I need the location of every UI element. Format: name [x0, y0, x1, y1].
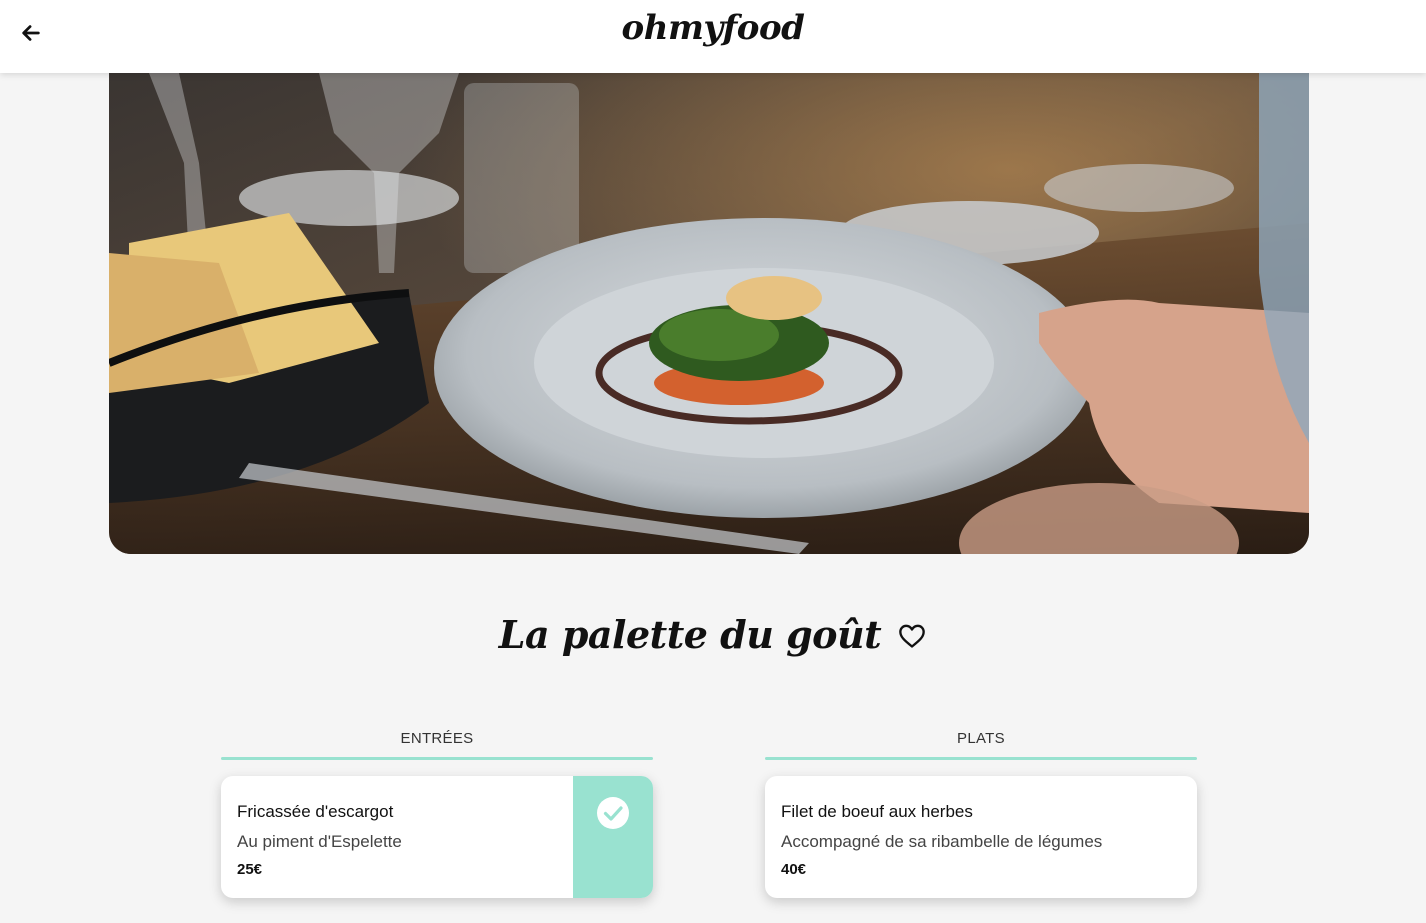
restaurant-title-row: La palette du goût: [0, 612, 1426, 657]
dish-name: Fricassée d'escargot: [237, 802, 394, 821]
dish-price: 25€: [237, 861, 263, 878]
dish-description: Au piment d'Espelette: [237, 832, 402, 851]
app-logo[interactable]: ohmyfood: [0, 8, 1426, 48]
dish-description: Accompagné de sa ribambelle de légumes: [781, 832, 1103, 851]
dish-card[interactable]: Filet de boeuf aux herbes Accompagné de …: [765, 776, 1197, 898]
dish-info: Fricassée d'escargot Au piment d'Espelet…: [237, 802, 402, 878]
restaurant-name: La palette du goût: [498, 612, 882, 657]
top-header: ohmyfood: [0, 0, 1426, 73]
menu-section-plats: PLATS Filet de boeuf aux herbes Accompag…: [765, 730, 1197, 898]
menu-section-entrees: ENTRÉES Fricassée d'escargot Au piment d…: [221, 730, 653, 898]
section-title: ENTRÉES: [400, 730, 474, 747]
hero-image: [109, 73, 1309, 554]
section-title: PLATS: [957, 730, 1005, 747]
heart-outline-icon: [899, 624, 926, 648]
section-divider: [221, 757, 653, 760]
dish-info: Filet de boeuf aux herbes Accompagné de …: [781, 802, 1102, 878]
section-divider: [765, 757, 1197, 760]
dish-price: 40€: [781, 861, 807, 878]
check-circle-icon: [597, 797, 629, 829]
selected-panel[interactable]: [573, 776, 653, 898]
dish-card[interactable]: Fricassée d'escargot Au piment d'Espelet…: [221, 776, 653, 898]
dish-name: Filet de boeuf aux herbes: [781, 802, 973, 821]
favorite-button[interactable]: [897, 621, 927, 651]
